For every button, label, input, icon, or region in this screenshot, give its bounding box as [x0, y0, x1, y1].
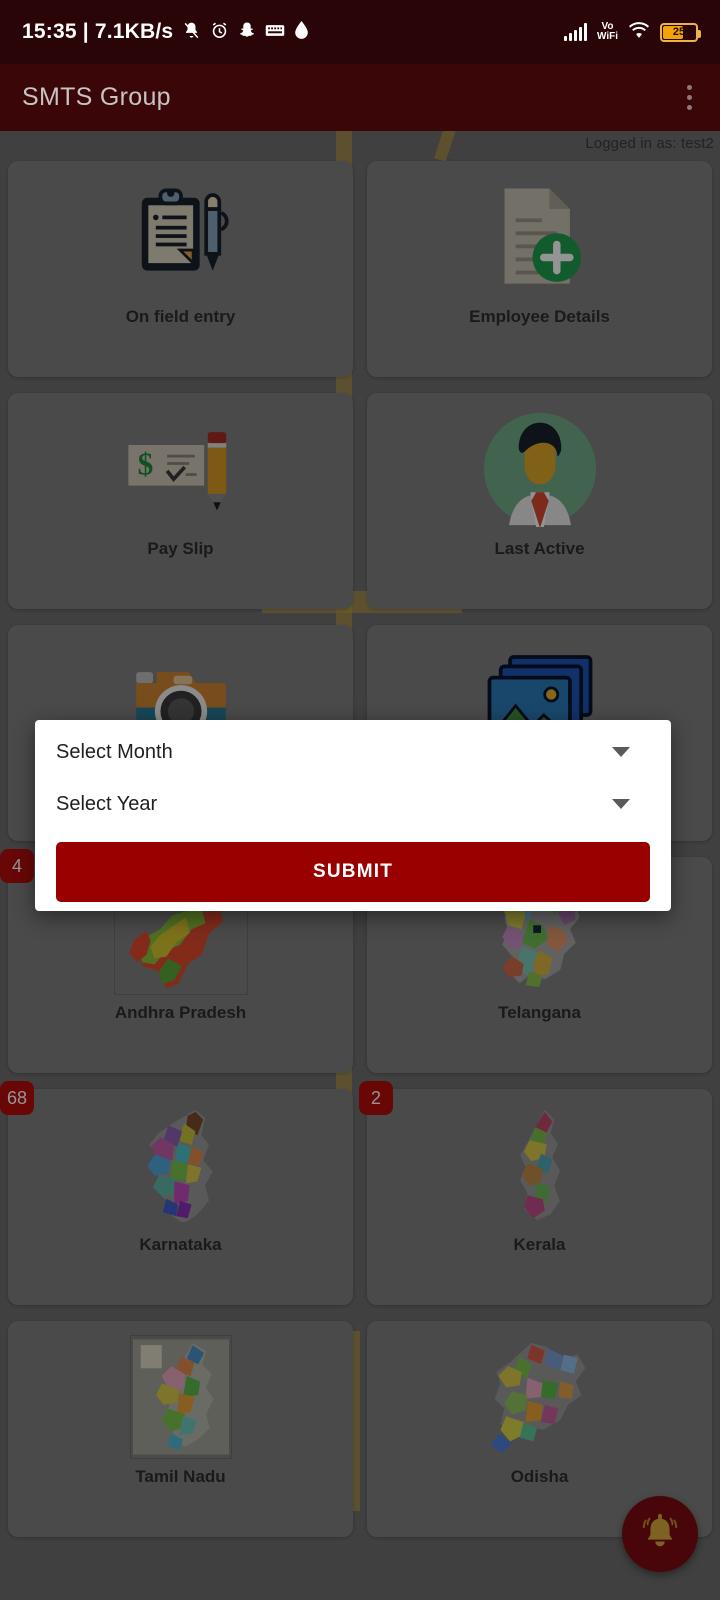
status-clock: 15:35 | 7.1KB/s — [22, 20, 174, 43]
volte-line-2: WiFi — [596, 31, 618, 42]
keyboard-icon — [265, 23, 285, 42]
wifi-icon — [628, 21, 650, 43]
status-bar-left: 15:35 | 7.1KB/s — [22, 20, 309, 44]
battery-icon: 25 — [660, 22, 701, 42]
app-bar: SMTS Group — [0, 64, 720, 131]
select-month-label: Select Month — [56, 740, 173, 763]
select-year-dropdown[interactable]: Select Year — [56, 778, 650, 830]
snapchat-icon — [238, 21, 256, 43]
chevron-down-icon — [612, 747, 630, 757]
battery-level: 25 — [672, 26, 686, 38]
page-title: SMTS Group — [22, 83, 171, 111]
more-vertical-icon[interactable] — [681, 79, 698, 116]
kebab-dot — [687, 105, 692, 110]
submit-button[interactable]: SUBMIT — [56, 842, 650, 902]
kebab-dot — [687, 95, 692, 100]
status-bar-right: Vo WiFi 25 — [563, 21, 701, 43]
kebab-dot — [687, 85, 692, 90]
select-month-dropdown[interactable]: Select Month — [56, 726, 650, 778]
silent-bell-icon — [182, 21, 201, 44]
status-bar: 15:35 | 7.1KB/s Vo WiFi 25 — [0, 0, 720, 64]
volte-wifi-icon: Vo WiFi — [597, 22, 618, 42]
water-drop-icon — [294, 21, 309, 43]
phone-screen: 15:35 | 7.1KB/s Vo WiFi 25 SMTS Group Lo… — [0, 0, 720, 1600]
chevron-down-icon — [612, 799, 630, 809]
signal-bars-icon — [563, 23, 587, 41]
month-year-dialog: Select Month Select Year SUBMIT — [35, 720, 671, 911]
alarm-icon — [210, 21, 229, 44]
select-year-label: Select Year — [56, 792, 158, 815]
